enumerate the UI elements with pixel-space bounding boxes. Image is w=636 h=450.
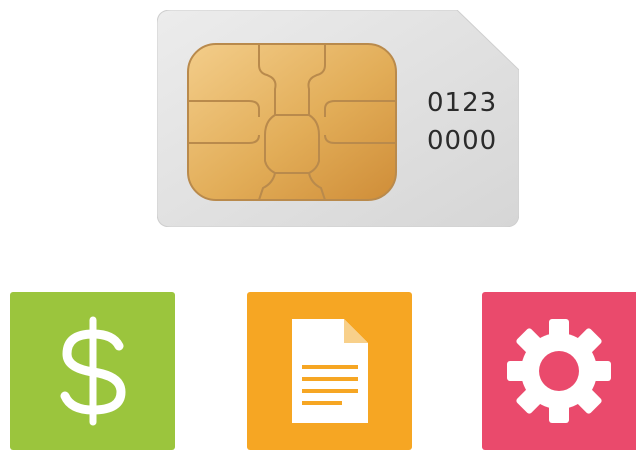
sim-number-line1: 0123: [427, 88, 498, 118]
settings-tile[interactable]: [482, 292, 636, 450]
sim-card: 0123 0000: [157, 10, 519, 227]
document-icon: [291, 319, 368, 423]
dollar-icon: [60, 316, 126, 426]
documents-tile[interactable]: [247, 292, 412, 450]
sim-number-line2: 0000: [427, 126, 498, 156]
billing-tile[interactable]: [10, 292, 175, 450]
gear-icon: [507, 319, 611, 423]
sim-chip: [187, 43, 397, 201]
